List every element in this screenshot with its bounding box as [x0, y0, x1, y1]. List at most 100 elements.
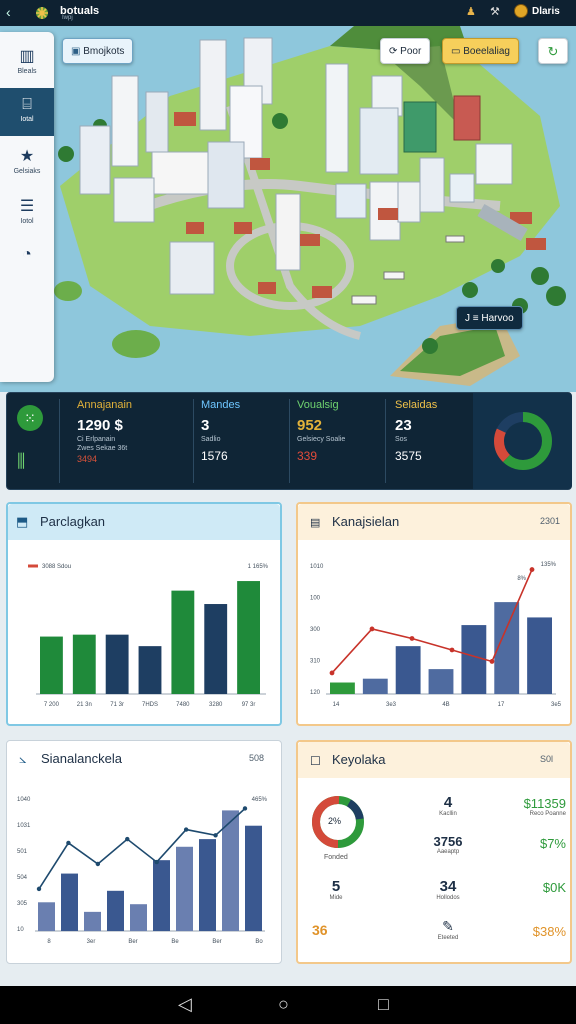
stat-value: 3: [201, 417, 210, 434]
sidebar-item-label: Iotol: [20, 218, 34, 225]
y-tick-label: 300: [310, 627, 321, 633]
y-tick-label: 100: [310, 596, 321, 602]
bar: [171, 590, 195, 694]
stat-trend: 1576: [201, 449, 228, 463]
boeelaliag-button[interactable]: ▭ Boeelaliag: [442, 38, 519, 64]
mid-sub: Kacllin: [439, 811, 457, 817]
card-title: Sianalanckela: [41, 751, 122, 766]
x-tick-label: 21 3n: [77, 702, 92, 708]
boeelaliag-label: Boeelaliag: [463, 46, 510, 57]
gauge-icon: ◔: [22, 246, 32, 263]
map-tag-button[interactable]: ▣ Bmojkots: [62, 38, 134, 64]
bar: [199, 839, 216, 931]
refresh-icon[interactable]: ↻: [538, 38, 568, 64]
bar: [130, 904, 147, 931]
legend-label: 3088 Sdou: [42, 564, 71, 570]
sidebar-item-gauge[interactable]: ◔: [0, 238, 54, 286]
nav-recents-icon[interactable]: □: [378, 994, 389, 1015]
bar: [176, 846, 193, 931]
donut-percent: 2%: [328, 816, 342, 826]
left-sub: Mide: [329, 895, 343, 901]
right-sub: Reco Poanne: [529, 811, 566, 817]
x-tick-label: 7480: [176, 702, 190, 708]
left-value: 5: [331, 878, 341, 895]
line-point: [329, 670, 335, 676]
bar: [204, 604, 228, 694]
x-tick-label: 3er: [87, 939, 96, 945]
line-point: [529, 567, 535, 572]
mid-item: ✎ Eteeted: [408, 918, 488, 941]
map-tag-icon: ▣: [71, 46, 84, 57]
bar: [138, 646, 162, 694]
line-point: [242, 806, 248, 811]
character-icon[interactable]: ♟: [466, 5, 476, 18]
card-title: Kanajsielan: [332, 514, 400, 529]
settings-circle-icon[interactable]: ⁙: [17, 405, 43, 431]
buildings-icon: ▥: [19, 48, 35, 65]
y-tick-label: 120: [310, 690, 321, 696]
poor-button[interactable]: ⟳ Poor: [380, 38, 431, 64]
parclagkan-chart: 3088 Sdou 1 165% 7 200 21 3n 71 3r 7HDS 7480 32…: [16, 544, 272, 716]
stat-sub: Sadlio: [201, 436, 221, 443]
stat-label: Selaidas: [395, 399, 438, 411]
map-tooltip[interactable]: J ≡ Harvoo: [456, 306, 523, 330]
bar: [222, 810, 239, 931]
map-tag-label: Bmojkots: [83, 46, 125, 57]
sidebar-item-iotal[interactable]: ⌸ Iotal: [0, 88, 54, 136]
top-bar: ‹ botuals Iwpj ♟ ⚒ Dlaris: [0, 0, 576, 26]
coin-icon: [514, 4, 528, 18]
sidebar-item-iotol[interactable]: ☰ Iotol: [0, 188, 54, 236]
corner-value: 465%: [252, 797, 268, 803]
city-map[interactable]: ▣ Bmojkots ⟳ Poor ▭ Boeelaliag ↻ J ≡ Har…: [0, 26, 576, 392]
bar: [40, 636, 63, 694]
line-point: [409, 636, 415, 641]
x-tick-label: Ber: [212, 939, 221, 945]
sidebar: ▥ Bleals ⌸ Iotal ★ Gelsiaks ☰ Iotol ◔: [0, 32, 54, 382]
x-tick-label: 14: [333, 702, 340, 708]
chart-icon: ⬒: [16, 514, 29, 529]
bar: [237, 581, 260, 694]
bar: [362, 678, 388, 694]
wrench-icon[interactable]: ⚒: [490, 5, 500, 18]
stat-label: Voualsig: [297, 399, 339, 411]
sianalanckela-chart: 1040 1031 501 504 305 10 465% 8 3er Ber Be Ber Bo: [15, 781, 271, 953]
stat-sub: Ci Erlpanain: [77, 436, 116, 443]
line-point: [36, 886, 42, 892]
stat-trend: 339: [297, 449, 318, 463]
mid-sub: Hollodos: [436, 895, 460, 901]
edit-icon[interactable]: ✎: [408, 918, 488, 935]
mid-item: 3756 Aaeaptp: [408, 834, 488, 855]
y-tick-label: 305: [17, 901, 28, 907]
y-tick-label: 1010: [310, 564, 324, 570]
line-point: [369, 626, 375, 632]
nav-home-icon[interactable]: ○: [278, 994, 289, 1015]
corner-value: 1 165%: [248, 564, 269, 570]
back-arrow-icon[interactable]: ‹: [6, 4, 11, 20]
x-tick-label: Ber: [128, 939, 137, 945]
bar: [105, 634, 129, 694]
stat-annajanain: Annajanain 1290 $ Ci Erlpanain Zwes Seka…: [77, 399, 187, 483]
x-tick-label: 7HDS: [142, 702, 158, 708]
line-point: [125, 836, 130, 842]
donut-label: Fonded: [324, 854, 348, 861]
card-keyolaka: ☐ Keyolaka S0l 2% Fonded 4 Kacllin 3756 …: [296, 740, 572, 964]
sidebar-item-gelsiaks[interactable]: ★ Gelsiaks: [0, 138, 54, 186]
x-tick-label: 3280: [209, 702, 223, 708]
mid-value: 34: [439, 878, 457, 895]
stat-value: 1290 $: [77, 417, 123, 434]
stat-trend: 3494: [77, 454, 98, 464]
stat-sub: Gelsiecy Soalie: [297, 436, 346, 443]
mid-value: 4: [443, 794, 453, 811]
top-right-label[interactable]: Dlaris: [532, 6, 560, 17]
corner-value: 8%: [517, 576, 526, 582]
card-kanajsielan: ▤ Kanajsielan 2301 1010 100 300 310 120 135% 8…: [296, 502, 572, 726]
nav-back-icon[interactable]: ◁: [178, 994, 192, 1015]
building-icon: ⌸: [22, 96, 32, 113]
sidebar-item-bleals[interactable]: ▥ Bleals: [0, 38, 54, 86]
mid-value: 3756: [433, 834, 463, 849]
line-point: [154, 859, 159, 865]
stat-mandes: Mandes 3 Sadlio 1576: [201, 399, 291, 483]
sidebar-item-label: Bleals: [17, 68, 37, 75]
square-icon: ☐: [310, 754, 321, 768]
mid-sub: Aaeaptp: [436, 849, 460, 855]
